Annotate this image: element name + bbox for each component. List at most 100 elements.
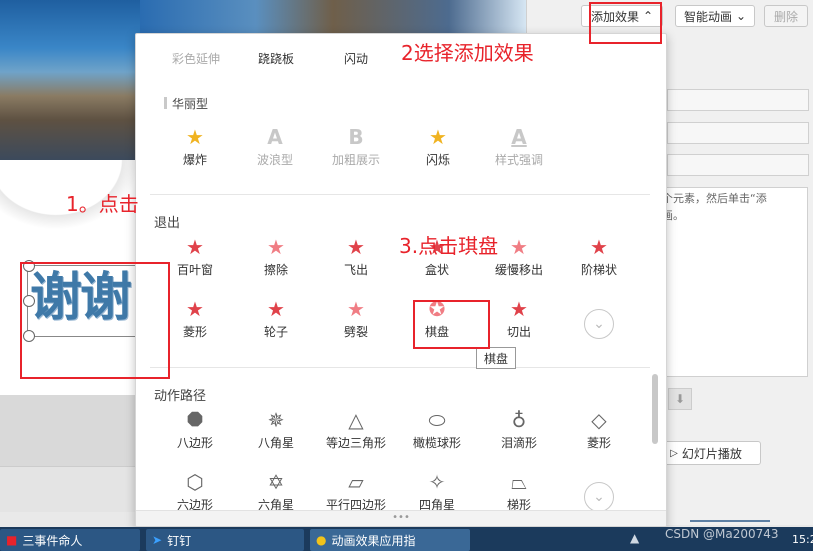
annotation-box-text [20,262,170,379]
animation-hint-box: 某个元素，然后单击“添 动画。 [644,187,808,377]
effect-item[interactable]: 闪动 [316,50,396,67]
parallelogram-path-icon: ▱ [348,470,364,494]
effect-label: 切出 [506,325,531,339]
delete-button[interactable]: 删除 [764,5,808,27]
path-teardrop[interactable]: ♁ 泪滴形 [479,409,559,451]
effect-split[interactable]: ★ 劈裂 [316,298,396,340]
effect-label: 阶梯状 [580,263,617,277]
smart-animation-button[interactable]: 智能动画 ⌄ [675,5,755,27]
path-football[interactable]: ⬭ 橄榄球形 [397,409,477,451]
eight-star-path-icon: ✵ [267,408,285,432]
effect-label: 闪烁 [425,153,450,167]
expand-more-icon[interactable]: ⌄ [584,482,614,512]
effect-stairs[interactable]: ★ 阶梯状 [559,236,639,278]
effect-label: 菱形 [182,325,207,339]
app-icon: ■ [6,533,18,547]
path-eight-star[interactable]: ✵ 八角星 [236,409,316,451]
effect-label: 劈裂 [343,325,368,339]
effect-wheel[interactable]: ★ 轮子 [236,298,316,340]
effect-label: 泪滴形 [500,436,537,450]
effect-label: 橄榄球形 [412,436,461,450]
effect-style-emphasis[interactable]: A 样式强调 [479,126,559,168]
effect-label: 擦除 [263,263,288,277]
section-title-huali: 华丽型 [172,97,209,111]
path-six-star[interactable]: ✡ 六角星 [236,471,316,513]
effect-fly-out[interactable]: ★ 飞出 [316,236,396,278]
taskbar-item[interactable]: ➤ 钉钉 [146,529,304,551]
effect-label: 闪动 [343,52,368,66]
slideshow-play-icon: ▷ [670,447,678,459]
slide-photo-left [0,0,140,160]
football-path-icon: ⬭ [428,408,446,432]
path-parallelogram[interactable]: ▱ 平行四边形 [316,471,396,513]
annotation-step1: 1。点击 [66,192,139,216]
star-icon: ★ [186,235,204,259]
effect-label: 跷跷板 [257,52,294,66]
effect-label: 八角星 [257,436,294,450]
section-title-exit: 退出 [154,216,181,231]
effect-item[interactable]: 彩色延伸 [156,50,236,67]
slideshow-button[interactable]: ▷ 幻灯片播放 [651,441,761,465]
popup-resize-grip[interactable]: ••• [136,510,666,526]
effect-bold-show[interactable]: B 加粗展示 [316,126,396,168]
octagon-path-icon: ⯃ [187,408,203,432]
clock: 15:2 [792,533,813,546]
diamond-path-icon: ◇ [591,408,607,432]
star-icon: ★ [347,235,365,259]
four-star-path-icon: ✧ [428,470,446,494]
path-four-star[interactable]: ✧ 四角星 [397,471,477,513]
taskbar-item[interactable]: ● 动画效果应用指 [310,529,470,551]
dingtalk-icon: ➤ [152,533,163,547]
path-octagon[interactable]: ⯃ 八边形 [155,409,235,451]
effect-label: 盒状 [424,263,449,277]
divider [150,194,650,195]
star-icon: ★ [510,297,528,321]
effect-label: 轮子 [263,325,288,339]
expand-more-icon[interactable]: ⌄ [584,309,614,339]
path-triangle[interactable]: △ 等边三角形 [316,409,396,451]
star-icon: ★ [267,297,285,321]
divider [150,367,650,368]
start-select[interactable] [667,89,809,111]
add-effect-popup: 彩色延伸 跷跷板 闪动 华丽型 ★ 爆炸 A 波浪型 B 加粗展示 ★ 闪烁 A… [135,33,667,527]
popup-scrollbar[interactable] [652,374,658,444]
speed-select[interactable] [667,154,809,176]
effect-item[interactable]: 跷跷板 [236,50,316,67]
path-hexagon[interactable]: ⬡ 六边形 [155,471,235,513]
effect-peek-out[interactable]: ★ 切出 [479,298,559,340]
move-down-icon[interactable]: ⬇ [668,388,692,410]
effect-explode[interactable]: ★ 爆炸 [155,126,235,168]
tooltip: 棋盘 [476,347,516,369]
explode-star-icon: ★ [186,125,204,149]
effect-flash[interactable]: ★ 闪烁 [398,126,478,168]
taskbar-label: 钉钉 [167,533,192,548]
trapezoid-path-icon: ⏢ [511,470,527,494]
section-marker [164,97,167,109]
delete-label: 删除 [773,9,798,24]
slideshow-label: 幻灯片播放 [681,446,742,461]
hint-text: 某个元素，然后单击“添 动画。 [651,192,767,222]
effect-label: 波浪型 [256,153,293,167]
star-icon: ★ [267,235,285,259]
taskbar-label: 三事件命人 [22,533,83,548]
zoom-slider[interactable] [690,520,770,522]
effect-wipe[interactable]: ★ 擦除 [236,236,316,278]
triangle-path-icon: △ [348,408,364,432]
effect-label: 飞出 [343,263,368,277]
effect-label: 等边三角形 [325,436,386,450]
taskbar-label: 动画效果应用指 [331,533,416,548]
hexagon-path-icon: ⬡ [186,470,204,494]
slide-photo-top [140,0,526,36]
taskbar-item[interactable]: ■ 三事件命人 [0,529,140,551]
teardrop-path-icon: ♁ [511,408,527,432]
effect-label: 样式强调 [494,153,543,167]
annotation-step2: 2选择添加效果 [401,41,534,65]
path-diamond[interactable]: ◇ 菱形 [559,409,639,451]
path-trapezoid[interactable]: ⏢ 梯形 [479,471,559,513]
property-select[interactable] [667,122,809,144]
effect-label: 爆炸 [182,153,207,167]
six-star-path-icon: ✡ [267,470,285,494]
tray-icon[interactable]: ▲ [630,531,639,545]
chrome-icon: ● [316,533,327,547]
effect-wave[interactable]: A 波浪型 [235,126,315,168]
